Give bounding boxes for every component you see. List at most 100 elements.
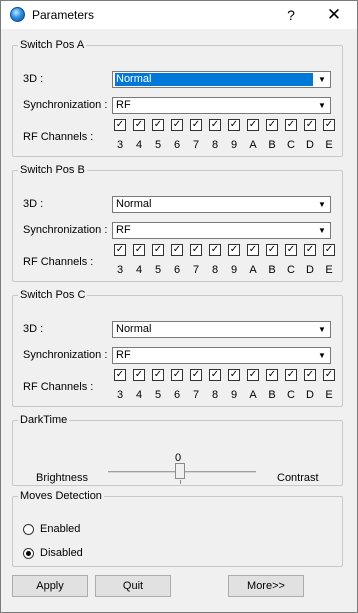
rf-channel-checkbox[interactable]: ✓	[171, 369, 183, 381]
rf-channels-label: RF Channels :	[23, 381, 94, 393]
rf-channel-label: C	[287, 139, 295, 151]
more-button[interactable]: More>>	[228, 575, 304, 597]
mode-label: 3D :	[23, 73, 44, 85]
mode-value: Normal	[116, 323, 152, 335]
rf-channel-checkbox[interactable]: ✓	[266, 119, 278, 131]
rf-channel-checkbox[interactable]: ✓	[304, 244, 316, 256]
rf-channel-checkbox[interactable]: ✓	[209, 369, 221, 381]
switch-pos-group: Switch Pos C 3D : Normal ▼ Synchronization :…	[12, 289, 343, 407]
rf-channel-label: 3	[116, 139, 124, 151]
rf-channel-label: A	[249, 139, 257, 151]
rf-channel-label: D	[306, 389, 314, 401]
rf-channel-label: 9	[230, 139, 238, 151]
chevron-down-icon[interactable]: ▼	[314, 223, 330, 238]
mode-label: 3D :	[23, 323, 44, 335]
chevron-down-icon[interactable]: ▼	[314, 197, 330, 212]
sync-dropdown[interactable]: RF ▼	[112, 347, 331, 364]
rf-channel-label: E	[325, 389, 333, 401]
rf-channel-label: 9	[230, 389, 238, 401]
sync-label: Synchronization :	[23, 224, 108, 236]
darktime-group: DarkTime 0 Brightness Contrast	[12, 414, 343, 486]
rf-channel-checkbox[interactable]: ✓	[133, 119, 145, 131]
rf-channel-checkbox[interactable]: ✓	[152, 244, 164, 256]
rf-channel-checkbox[interactable]: ✓	[285, 244, 297, 256]
rf-channel-label: 6	[173, 264, 181, 276]
rf-channel-checkbox[interactable]: ✓	[285, 119, 297, 131]
mode-dropdown[interactable]: Normal ▼	[112, 196, 331, 213]
rf-channel-label: 6	[173, 139, 181, 151]
close-button[interactable]: ✕	[321, 4, 347, 26]
rf-channel-checkbox[interactable]: ✓	[152, 369, 164, 381]
title-bar: Parameters ? ✕	[1, 1, 357, 29]
rf-channel-label: 9	[230, 264, 238, 276]
rf-channels-label: RF Channels :	[23, 256, 94, 268]
rf-channel-checkbox[interactable]: ✓	[133, 369, 145, 381]
group-title: Switch Pos C	[20, 289, 86, 301]
rf-channel-checkbox[interactable]: ✓	[190, 369, 202, 381]
darktime-slider-thumb[interactable]	[175, 463, 185, 479]
apply-button[interactable]: Apply	[12, 575, 88, 597]
rf-channel-checkbox[interactable]: ✓	[247, 119, 259, 131]
rf-channel-label: 7	[192, 139, 200, 151]
disabled-radio[interactable]	[23, 548, 34, 559]
group-title: Switch Pos A	[20, 39, 85, 51]
rf-channel-label: 4	[135, 389, 143, 401]
rf-channel-checkbox[interactable]: ✓	[266, 369, 278, 381]
enabled-radio[interactable]	[23, 524, 34, 535]
rf-channel-checkbox[interactable]: ✓	[152, 119, 164, 131]
rf-channels-label: RF Channels :	[23, 131, 94, 143]
rf-channel-checkbox[interactable]: ✓	[228, 244, 240, 256]
sync-dropdown[interactable]: RF ▼	[112, 97, 331, 114]
mode-dropdown[interactable]: Normal ▼	[112, 71, 331, 88]
chevron-down-icon[interactable]: ▼	[314, 322, 330, 337]
rf-channel-label: 3	[116, 389, 124, 401]
window-title: Parameters	[32, 8, 95, 22]
rf-channel-checkbox[interactable]: ✓	[190, 119, 202, 131]
rf-channel-checkbox[interactable]: ✓	[209, 119, 221, 131]
rf-channel-checkbox[interactable]: ✓	[304, 119, 316, 131]
rf-channel-checkbox[interactable]: ✓	[323, 119, 335, 131]
help-button[interactable]: ?	[280, 4, 302, 26]
rf-channel-label: B	[268, 139, 276, 151]
switch-pos-group: Switch Pos B 3D : Normal ▼ Synchronization :…	[12, 164, 343, 282]
rf-channel-checkbox[interactable]: ✓	[171, 244, 183, 256]
sync-label: Synchronization :	[23, 349, 108, 361]
rf-channel-checkbox[interactable]: ✓	[228, 119, 240, 131]
rf-channel-checkbox[interactable]: ✓	[190, 244, 202, 256]
rf-channel-label: E	[325, 264, 333, 276]
rf-channel-label: D	[306, 139, 314, 151]
rf-channel-label: 7	[192, 389, 200, 401]
enabled-label[interactable]: Enabled	[40, 523, 80, 535]
quit-button[interactable]: Quit	[95, 575, 171, 597]
rf-channel-checkbox[interactable]: ✓	[266, 244, 278, 256]
moves-detection-title: Moves Detection	[20, 490, 102, 502]
rf-channel-checkbox[interactable]: ✓	[247, 244, 259, 256]
sync-dropdown[interactable]: RF ▼	[112, 222, 331, 239]
contrast-label: Contrast	[277, 472, 319, 484]
chevron-down-icon[interactable]: ▼	[314, 348, 330, 363]
rf-channel-checkbox[interactable]: ✓	[323, 369, 335, 381]
rf-channel-checkbox[interactable]: ✓	[114, 369, 126, 381]
rf-channel-checkbox[interactable]: ✓	[171, 119, 183, 131]
chevron-down-icon[interactable]: ▼	[314, 72, 330, 87]
rf-channel-checkbox[interactable]: ✓	[114, 244, 126, 256]
rf-channel-label: 8	[211, 264, 219, 276]
rf-channel-label: C	[287, 264, 295, 276]
rf-channel-label: 4	[135, 139, 143, 151]
rf-channel-checkbox[interactable]: ✓	[228, 369, 240, 381]
brightness-label: Brightness	[36, 472, 88, 484]
sync-value: RF	[116, 99, 131, 111]
rf-channel-checkbox[interactable]: ✓	[323, 244, 335, 256]
slider-tick	[180, 480, 181, 484]
rf-channel-checkbox[interactable]: ✓	[209, 244, 221, 256]
rf-channel-checkbox[interactable]: ✓	[285, 369, 297, 381]
rf-channel-checkbox[interactable]: ✓	[304, 369, 316, 381]
mode-dropdown[interactable]: Normal ▼	[112, 321, 331, 338]
disabled-label[interactable]: Disabled	[40, 547, 83, 559]
rf-channel-label: C	[287, 389, 295, 401]
rf-channel-checkbox[interactable]: ✓	[114, 119, 126, 131]
chevron-down-icon[interactable]: ▼	[314, 98, 330, 113]
rf-channel-label: E	[325, 139, 333, 151]
rf-channel-checkbox[interactable]: ✓	[133, 244, 145, 256]
rf-channel-checkbox[interactable]: ✓	[247, 369, 259, 381]
